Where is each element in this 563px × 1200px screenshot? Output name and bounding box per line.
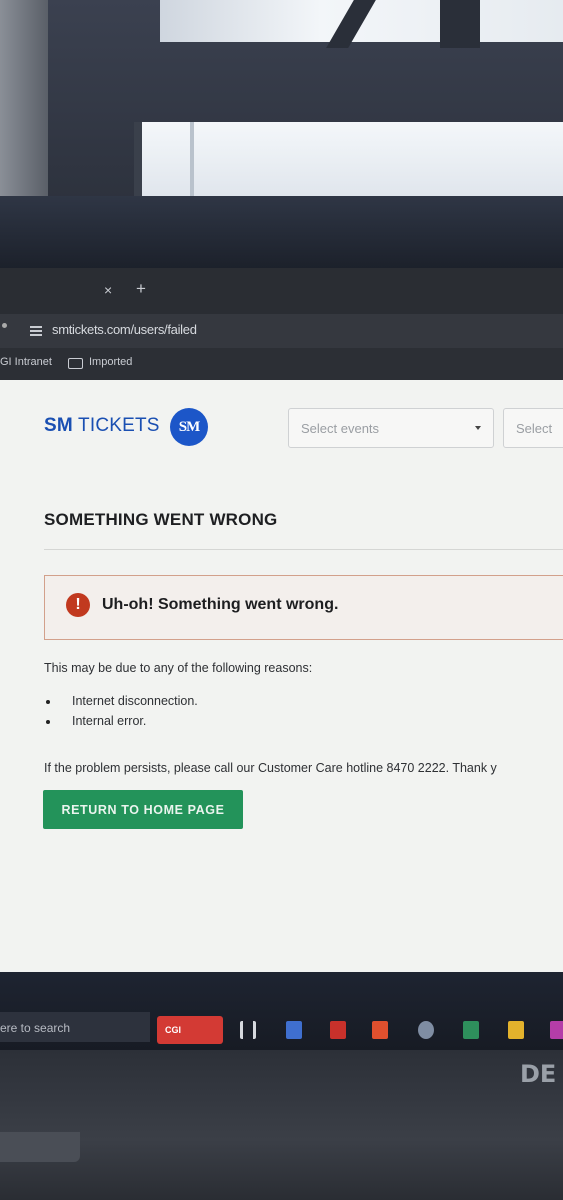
cgi-label: CGI [165, 1025, 182, 1035]
wall [0, 0, 48, 215]
background-room [0, 0, 563, 215]
browser-tabstrip: × + [0, 268, 563, 314]
green-app-icon[interactable] [463, 1021, 479, 1039]
chevron-down-icon [475, 426, 481, 430]
taskbar-cgi-app[interactable]: CGI [157, 1016, 223, 1044]
page-title: SOMETHING WENT WRONG [44, 510, 278, 529]
error-icon: ! [66, 593, 90, 617]
brand-logo: DE [520, 1060, 557, 1088]
return-home-button[interactable]: RETURN TO HOME PAGE [43, 790, 243, 829]
search-text: ere to search [0, 1021, 71, 1035]
select-dropdown-secondary[interactable]: Select [503, 408, 563, 448]
window-frame [440, 0, 480, 48]
office-icon[interactable] [372, 1021, 388, 1039]
reason-text: Internal error. [72, 714, 147, 728]
logo-sm: SM [44, 415, 73, 436]
bullet [46, 700, 50, 704]
monitor-bezel [0, 196, 563, 268]
divider [44, 549, 563, 550]
persist-message: If the problem persists, please call our… [44, 761, 497, 775]
error-alert: ! Uh-oh! Something went wrong. [44, 575, 563, 640]
weather-icon[interactable] [418, 1021, 434, 1039]
bookmark-intranet[interactable]: GI Intranet [0, 356, 52, 368]
red-app-icon[interactable] [330, 1021, 346, 1039]
taskbar-search[interactable]: ere to search [0, 1012, 150, 1042]
web-page: SM TICKETS SM Select events Select SOMET… [0, 380, 563, 972]
sm-tickets-logo[interactable]: SM TICKETS [44, 415, 160, 437]
alert-message: Uh-oh! Something went wrong. [102, 596, 339, 613]
close-tab-icon[interactable]: × [104, 282, 112, 298]
reason-text: Internet disconnection. [72, 694, 198, 708]
os-taskbar: ere to search CGI [0, 972, 563, 1050]
nav-dot [2, 323, 7, 328]
task-view-icon[interactable] [240, 1021, 256, 1039]
new-tab-icon[interactable]: + [136, 279, 146, 299]
bookmark-imported[interactable]: Imported [89, 356, 132, 368]
bookmarks-bar: GI Intranet Imported [0, 348, 563, 380]
folder-icon[interactable] [508, 1021, 524, 1039]
file-icon[interactable] [286, 1021, 302, 1039]
app-icon[interactable] [550, 1021, 563, 1039]
folder-icon [68, 358, 83, 369]
select-events-dropdown[interactable]: Select events [288, 408, 494, 448]
select-secondary-placeholder: Select [516, 421, 553, 436]
site-info-icon[interactable] [30, 324, 42, 336]
reasons-intro: This may be due to any of the following … [44, 661, 313, 675]
sm-logo-icon[interactable]: SM [170, 408, 208, 446]
laptop-chassis: DE [0, 1050, 563, 1200]
select-events-placeholder: Select events [301, 421, 380, 436]
url-text[interactable]: smtickets.com/users/failed [52, 322, 197, 337]
logo-tickets: TICKETS [72, 415, 160, 436]
address-bar[interactable]: smtickets.com/users/failed [0, 314, 563, 348]
bullet [46, 720, 50, 724]
window-light-bottom [134, 122, 563, 200]
